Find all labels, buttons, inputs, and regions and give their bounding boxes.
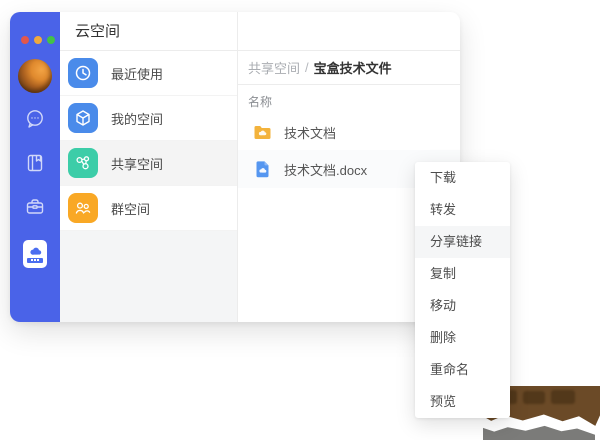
menu-item-delete[interactable]: 删除 (415, 322, 510, 354)
sidebar-item-my-space[interactable]: 我的空间 (60, 96, 237, 141)
contacts-icon[interactable] (24, 152, 46, 174)
chat-icon[interactable] (24, 108, 46, 130)
share-icon (68, 148, 98, 178)
menu-item-rename[interactable]: 重命名 (415, 354, 510, 386)
menu-item-move[interactable]: 移动 (415, 290, 510, 322)
avatar[interactable] (18, 59, 52, 93)
breadcrumb: 共享空间 / 宝盒技术文件 (238, 51, 460, 85)
sidebar-item-label: 最近使用 (111, 64, 163, 83)
cloud-app-wordmark (27, 258, 43, 263)
sidebar-item-group-space[interactable]: 群空间 (60, 186, 237, 231)
menu-item-preview[interactable]: 预览 (415, 386, 510, 418)
minimize-window-button[interactable] (34, 36, 42, 44)
folder-icon (253, 123, 272, 142)
file-name: 技术文档.docx (284, 160, 367, 179)
breadcrumb-current: 宝盒技术文件 (314, 58, 392, 77)
menu-item-copy[interactable]: 复制 (415, 258, 510, 290)
menu-item-share-link[interactable]: 分享链接 (415, 226, 510, 258)
app-title: 云空间 (60, 12, 237, 51)
content-topbar (238, 12, 460, 51)
cloud-space-window: 云空间 最近使用 我的空间 (10, 12, 460, 322)
clock-icon (68, 58, 98, 88)
docx-file-icon (253, 160, 272, 179)
breadcrumb-separator: / (305, 60, 309, 75)
sidebar: 云空间 最近使用 我的空间 (60, 12, 237, 322)
menu-item-download[interactable]: 下载 (415, 162, 510, 194)
menu-item-forward[interactable]: 转发 (415, 194, 510, 226)
sidebar-item-shared-space[interactable]: 共享空间 (60, 141, 237, 186)
zoom-window-button[interactable] (47, 36, 55, 44)
photo-fragment-gray (483, 418, 595, 440)
file-name: 技术文档 (284, 123, 336, 142)
traffic-lights (21, 36, 55, 44)
sidebar-item-recent[interactable]: 最近使用 (60, 51, 237, 96)
app-rail (10, 12, 60, 322)
file-row-folder[interactable]: 技术文档 (238, 114, 460, 150)
screenshot-stage: 云空间 最近使用 我的空间 (0, 0, 600, 440)
group-icon (68, 193, 98, 223)
cube-icon (68, 103, 98, 133)
breadcrumb-root[interactable]: 共享空间 (248, 58, 300, 77)
sidebar-item-label: 我的空间 (111, 109, 163, 128)
briefcase-icon[interactable] (24, 196, 46, 218)
close-window-button[interactable] (21, 36, 29, 44)
cloud-app-icon[interactable] (23, 240, 47, 268)
sidebar-item-label: 群空间 (111, 199, 150, 218)
sidebar-item-label: 共享空间 (111, 154, 163, 173)
context-menu: 下载 转发 分享链接 复制 移动 删除 重命名 预览 (415, 162, 510, 418)
column-header-name[interactable]: 名称 (238, 85, 460, 114)
